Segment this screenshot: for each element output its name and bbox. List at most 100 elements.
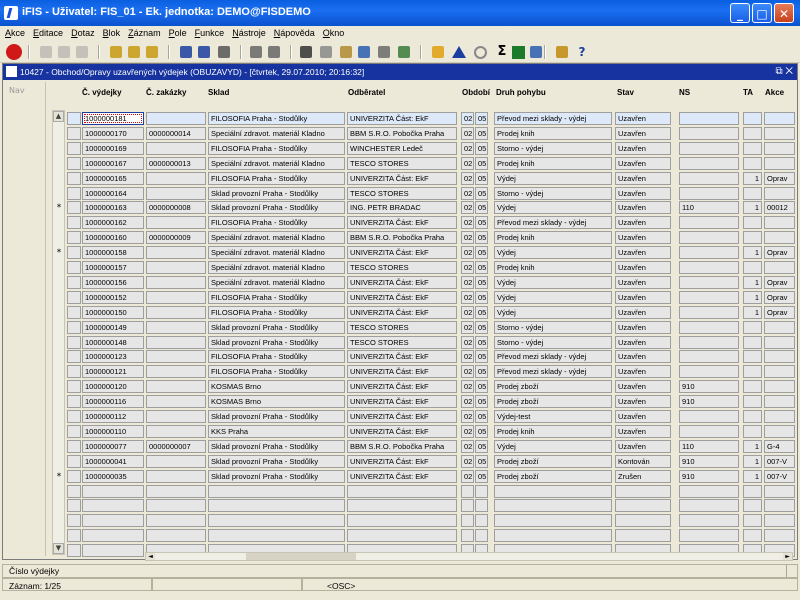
cell-o1[interactable]: 02 [461,395,474,409]
cell-o1[interactable]: 02 [461,112,474,125]
cell-akce[interactable] [764,186,795,200]
cell-o1[interactable]: 02 [461,261,474,274]
cell-odb[interactable]: UNIVERZITA Část: EkF [347,410,457,423]
cell-o2[interactable]: 05 [475,469,488,483]
table-row[interactable]: 1000000123 FILOSOFIA Praha - Stodůlky UNIV… [50,350,795,364]
table-row[interactable]: 1000000150 FILOSOFIA Praha - Stodůlky UNIV… [50,305,795,320]
cell-ns[interactable]: 910 [679,380,739,394]
key-icon[interactable] [110,46,122,58]
cell-odb[interactable]: UNIVERZITA Část: EkF [347,424,457,438]
cell-lead[interactable] [67,514,81,528]
cell-lead[interactable] [67,484,81,498]
cell-ns[interactable] [679,156,739,170]
cell-sklad[interactable]: Speciální zdravot. materiál Kladno [208,261,345,274]
table-row[interactable] [50,514,795,528]
cell-ta[interactable] [743,529,762,543]
sort-asc-icon[interactable] [180,46,192,58]
cell-lead[interactable] [67,424,81,438]
cell-ns[interactable]: 110 [679,439,739,453]
cell-zak[interactable] [146,395,206,409]
cell-akce[interactable] [764,410,795,423]
cell-o2[interactable]: 05 [475,246,488,260]
cell-ta[interactable] [743,156,762,170]
filter-icon[interactable] [218,46,230,58]
cell-vyd[interactable]: 1000000165 [82,171,144,185]
excel-icon[interactable] [512,46,525,59]
cell-o1[interactable] [461,514,474,528]
close-button[interactable]: ✕ [774,3,794,23]
cell-ns[interactable]: 910 [679,469,739,483]
cell-druh[interactable]: Výdej [494,305,612,319]
find-icon[interactable] [358,46,370,58]
cell-odb[interactable]: UNIVERZITA Část: EkF [347,350,457,364]
cell-stav[interactable]: Uzavřen [615,350,671,364]
cell-lead[interactable] [67,544,81,558]
cell-ns[interactable] [679,320,739,334]
cell-odb[interactable]: UNIVERZITA Část: EkF [347,275,457,289]
table-row[interactable]: 1000000110 KKS Praha UNIVERZITA Část: EkF 0… [50,424,795,439]
star-icon[interactable] [432,46,444,58]
cell-druh[interactable]: Prodej knih [494,156,612,170]
cell-o1[interactable]: 02 [461,171,474,185]
cell-sklad[interactable]: FILOSOFIA Praha - Stodůlky [208,216,345,230]
print-preview-icon[interactable] [268,46,280,58]
cell-akce[interactable] [764,514,795,528]
scroll-left-icon[interactable]: ◄ [146,553,155,560]
cell-druh[interactable]: Prodej zboží [494,469,612,483]
cell-stav[interactable]: Zrušen [615,469,671,483]
cell-vyd[interactable] [82,544,144,558]
cell-o2[interactable]: 05 [475,231,488,245]
cell-stav[interactable] [615,529,671,543]
cell-druh[interactable]: Výdej [494,171,612,185]
cell-ta[interactable] [743,112,762,125]
cell-ta[interactable]: 1 [743,275,762,289]
table-row[interactable]: 1000000167 0000000013 Speciální zdravot. m… [50,156,795,171]
cell-zak[interactable] [146,514,206,528]
cell-o1[interactable]: 02 [461,290,474,304]
cell-odb[interactable]: TESCO STORES [347,320,457,334]
cell-stav[interactable]: Uzavřen [615,335,671,349]
cell-vyd[interactable]: 1000000170 [82,126,144,140]
cell-akce[interactable] [764,499,795,513]
cell-stav[interactable]: Uzavřen [615,112,671,125]
table-row[interactable]: * 1000000035 Sklad provozní Praha - Stodůl… [50,469,795,484]
horizontal-scrollbar[interactable]: ◄ ► [145,552,793,561]
cell-vyd[interactable]: 1000000120 [82,380,144,394]
cell-zak[interactable] [146,112,206,125]
cell-druh[interactable]: Převod mezi sklady - výdej [494,350,612,364]
cell-zak[interactable] [146,290,206,304]
cell-druh[interactable]: Prodej knih [494,261,612,274]
cell-lead[interactable] [67,112,81,125]
cell-vyd[interactable]: 1000000157 [82,261,144,274]
menu-7[interactable]: Nástroje [227,26,269,38]
cell-vyd[interactable]: 1000000149 [82,320,144,334]
cell-odb[interactable]: UNIVERZITA Část: EkF [347,380,457,394]
cell-sklad[interactable] [208,484,345,498]
menu-0[interactable]: Akce [0,26,28,38]
cell-druh[interactable]: Výdej [494,439,612,453]
cell-zak[interactable] [146,529,206,543]
cell-o1[interactable] [461,529,474,543]
cell-sklad[interactable]: FILOSOFIA Praha - Stodůlky [208,171,345,185]
cell-druh[interactable]: Výdej [494,290,612,304]
arrow-icon[interactable] [58,46,70,58]
cell-akce[interactable] [764,365,795,379]
cell-druh[interactable]: Převod mezi sklady - výdej [494,216,612,230]
cell-stav[interactable]: Uzavřen [615,171,671,185]
paste-icon[interactable] [340,46,352,58]
cut-icon[interactable] [300,46,312,58]
cell-sklad[interactable] [208,514,345,528]
cell-lead[interactable] [67,261,81,274]
cell-odb[interactable]: BBM S.R.O. Pobočka Praha [347,231,457,245]
arrow-icon[interactable] [40,46,52,58]
cell-sklad[interactable]: KKS Praha [208,424,345,438]
table-row[interactable]: 1000000170 0000000014 Speciální zdravot. m… [50,126,795,141]
cell-odb[interactable]: WINCHESTER Ledeč [347,141,457,155]
cell-stav[interactable]: Uzavřen [615,439,671,453]
cell-o2[interactable]: 05 [475,216,488,230]
cell-ns[interactable] [679,305,739,319]
cell-akce[interactable] [764,320,795,334]
cell-sklad[interactable]: Sklad provozní Praha - Stodůlky [208,186,345,200]
cell-sklad[interactable]: KOSMAS Brno [208,395,345,409]
minimize-button[interactable]: _ [730,3,750,23]
